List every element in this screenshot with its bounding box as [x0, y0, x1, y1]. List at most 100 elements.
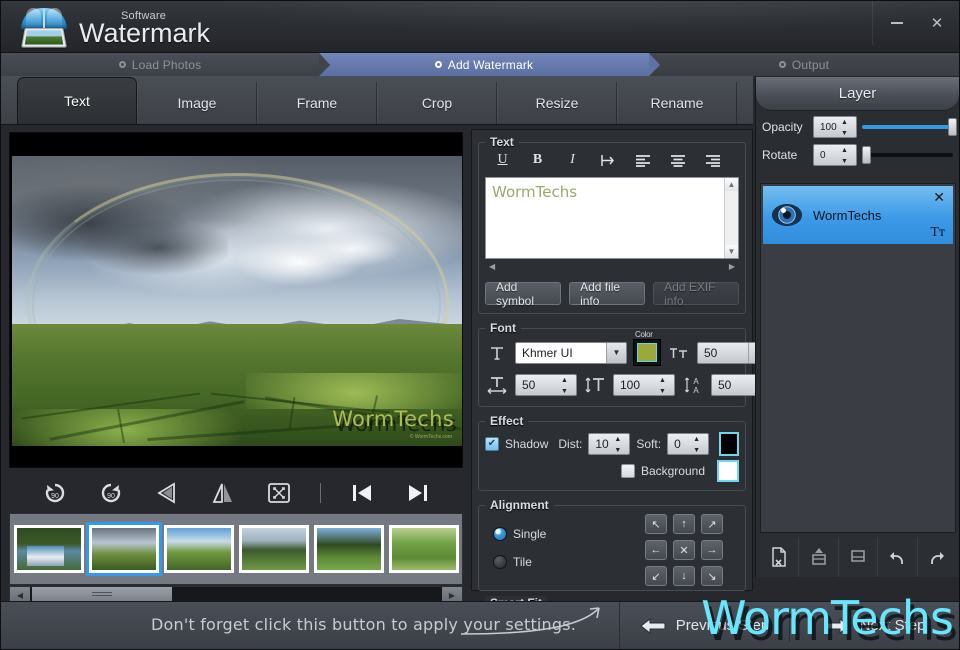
image-preview[interactable]: WormTechs © WormTechs.com [9, 132, 463, 468]
scroll-up-icon[interactable]: ▲ [725, 178, 738, 191]
scroll-right-icon[interactable]: ▶ [729, 262, 735, 271]
scroll-down-icon[interactable]: ▼ [725, 245, 738, 258]
align-center-pad[interactable]: ✕ [673, 540, 695, 560]
align-top-right-pad[interactable]: ↗ [701, 514, 723, 534]
stepper-arrows-icon[interactable]: ▲▼ [841, 119, 852, 137]
layer-list[interactable]: WormTechs ✕ Tᴛ [760, 183, 956, 533]
undo-icon[interactable] [878, 537, 918, 577]
background-row: Background [485, 460, 739, 482]
shadow-checkbox[interactable] [485, 437, 499, 451]
bold-icon[interactable]: B [520, 149, 555, 171]
rotate-slider[interactable] [862, 146, 953, 164]
tile-radio[interactable] [493, 555, 507, 569]
effect-group-label: Effect [485, 414, 529, 428]
watermark-text-input[interactable]: WormTechs ▲ ▼ [485, 177, 739, 259]
step-add-watermark-label: Add Watermark [447, 57, 534, 72]
svg-text:A: A [693, 386, 699, 394]
single-radio[interactable] [493, 527, 507, 541]
alignment-single-option[interactable]: Single [493, 527, 645, 541]
stepper-arrows-icon[interactable]: ▲▼ [614, 436, 625, 454]
fit-to-screen-icon[interactable] [264, 478, 294, 508]
font-width-stepper[interactable]: 50 ▲ ▼ [515, 374, 577, 396]
close-button[interactable]: ✕ [917, 8, 957, 38]
thumbnail-item[interactable] [314, 525, 384, 573]
move-layer-down-icon[interactable] [839, 537, 879, 577]
background-checkbox[interactable] [620, 464, 635, 478]
align-bottom-left-pad[interactable]: ↙ [645, 566, 667, 586]
rotate-left-90-icon[interactable]: 90 [40, 478, 70, 508]
align-right-icon[interactable] [695, 149, 730, 171]
preview-watermark-text[interactable]: WormTechs [332, 408, 454, 430]
move-layer-up-icon[interactable] [799, 537, 839, 577]
textarea-vertical-scrollbar[interactable]: ▲ ▼ [724, 178, 738, 258]
font-color-swatch[interactable] [633, 339, 661, 366]
opacity-stepper[interactable]: 100 ▲ ▼ [813, 116, 857, 138]
textarea-horizontal-scrollbar[interactable]: ◀ ▶ [485, 259, 739, 273]
step-output[interactable]: Output [649, 53, 959, 76]
align-middle-right-pad[interactable]: → [701, 540, 723, 560]
add-file-info-button[interactable]: Add file info [569, 280, 646, 308]
tab-resize[interactable]: Resize [497, 82, 617, 124]
delete-layer-icon[interactable] [760, 537, 800, 577]
italic-icon[interactable]: I [555, 149, 590, 171]
rotate-right-90-icon[interactable]: 90 [96, 478, 126, 508]
thumbnail-item[interactable] [239, 525, 309, 573]
thumbnail-strip[interactable] [9, 513, 463, 585]
layer-panel: Layer Opacity 100 ▲ ▼ Rotate 0 ▲ ▼ WormT… [755, 77, 959, 577]
scroll-left-icon[interactable]: ◀ [489, 262, 495, 271]
opacity-slider-knob[interactable] [947, 118, 957, 136]
add-symbol-button[interactable]: Add symbol [485, 280, 562, 308]
stepper-arrows-icon[interactable]: ▲▼ [841, 147, 852, 165]
font-family-icon [485, 345, 509, 361]
tab-crop[interactable]: Crop [377, 82, 497, 124]
stepper-arrows-icon[interactable]: ▲▼ [561, 377, 572, 395]
next-step-button[interactable]: Next Step [790, 602, 959, 650]
background-color-swatch[interactable] [717, 460, 739, 482]
opacity-slider[interactable] [862, 118, 957, 136]
shadow-dist-value: 10 [595, 437, 609, 451]
align-center-icon[interactable] [660, 149, 695, 171]
redo-icon[interactable] [918, 537, 956, 577]
thumbnail-item-selected[interactable] [86, 522, 162, 576]
chevron-down-icon[interactable]: ▼ [606, 342, 626, 363]
tab-rename[interactable]: Rename [617, 82, 737, 124]
previous-image-icon[interactable] [347, 478, 377, 508]
flip-vertical-icon[interactable] [208, 478, 238, 508]
alignment-group: Alignment Single Tile ↖ ↑ ↗ ← ✕ → ↙ ↓ ↘ [478, 498, 746, 591]
rotate-stepper[interactable]: 0 ▲ ▼ [813, 144, 857, 166]
tab-image[interactable]: Image [137, 82, 257, 124]
previous-step-button[interactable]: Previous Step [620, 602, 789, 650]
close-icon[interactable]: ✕ [933, 189, 945, 206]
thumbnail-item[interactable] [389, 525, 459, 573]
title-bar: Software Watermark ✕ [1, 1, 959, 53]
shadow-dist-stepper[interactable]: 10 ▲ ▼ [588, 433, 631, 455]
indent-icon[interactable] [590, 149, 625, 171]
rotate-slider-knob[interactable] [862, 146, 871, 164]
stepper-arrows-icon[interactable]: ▲▼ [659, 377, 670, 395]
align-bottom-center-pad[interactable]: ↓ [673, 566, 695, 586]
step-load-photos[interactable]: Load Photos [1, 53, 330, 76]
next-image-icon[interactable] [403, 478, 433, 508]
minimize-button[interactable] [877, 8, 917, 38]
tab-text[interactable]: Text [17, 77, 137, 124]
flip-horizontal-icon[interactable] [152, 478, 182, 508]
thumbnail-item[interactable] [164, 525, 234, 573]
underline-icon[interactable]: U [485, 149, 520, 171]
align-top-left-pad[interactable]: ↖ [645, 514, 667, 534]
shadow-color-swatch[interactable] [719, 432, 739, 456]
thumbnail-item[interactable] [14, 525, 84, 573]
alignment-tile-option[interactable]: Tile [493, 555, 645, 569]
align-left-icon[interactable] [625, 149, 660, 171]
tab-frame[interactable]: Frame [257, 82, 377, 124]
font-family-select[interactable]: Khmer UI ▼ [515, 341, 627, 364]
step-add-watermark[interactable]: Add Watermark [319, 53, 660, 76]
stepper-arrows-icon[interactable]: ▲▼ [693, 436, 704, 454]
align-middle-left-pad[interactable]: ← [645, 540, 667, 560]
align-top-center-pad[interactable]: ↑ [673, 514, 695, 534]
layer-list-item[interactable]: WormTechs ✕ Tᴛ [763, 186, 953, 244]
align-bottom-right-pad[interactable]: ↘ [701, 566, 723, 586]
shadow-soft-stepper[interactable]: 0 ▲ ▼ [667, 433, 710, 455]
font-height-stepper[interactable]: 100 ▲ ▼ [613, 374, 675, 396]
font-color-picker[interactable]: Color [633, 330, 661, 366]
eye-visibility-icon[interactable] [773, 205, 801, 225]
